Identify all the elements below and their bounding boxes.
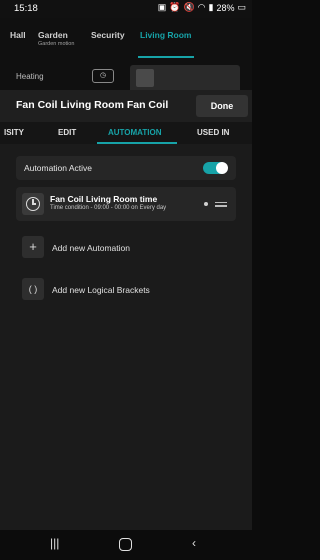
room-tabs: Hall Garden Garden motion Security Livin… <box>0 30 252 60</box>
heating-clock-icon[interactable]: ◷ <box>92 69 114 83</box>
device-sheet: Fan Coil Living Room Fan Coil Done ISITY… <box>0 90 252 530</box>
mute-icon: 🔇 <box>183 2 195 12</box>
automation-active-toggle[interactable] <box>203 162 228 174</box>
active-tab-indicator <box>97 142 177 144</box>
room-tab-indicator <box>138 56 194 58</box>
room-tab-hall[interactable]: Hall <box>10 30 26 40</box>
room-tab-security[interactable]: Security <box>91 30 125 40</box>
done-button[interactable]: Done <box>196 95 248 117</box>
heating-label: Heating <box>16 72 44 81</box>
sheet-tabs: ISITY EDIT AUTOMATION USED IN <box>0 122 252 144</box>
status-bar: 15:18 ▣ ⏰ 🔇 ◠ ▮ 28% ▭ <box>0 0 252 18</box>
alarm-icon: ⏰ <box>169 2 181 12</box>
room-tab-garden-sub: Garden motion <box>38 41 75 47</box>
add-automation-label: Add new Automation <box>52 243 130 253</box>
tab-edit[interactable]: EDIT <box>58 128 76 137</box>
wifi-icon: ◠ <box>197 2 206 12</box>
tab-intensity[interactable]: ISITY <box>4 128 24 137</box>
battery-percent: 28% <box>216 2 235 13</box>
automation-item-title: Fan Coil Living Room time <box>50 194 158 204</box>
automation-item-subtitle: Time condition - 09:00 - 00:00 on Every … <box>50 205 167 211</box>
image-icon: ▣ <box>157 2 167 12</box>
status-icons: ▣ ⏰ 🔇 ◠ ▮ 28% ▭ <box>158 2 246 13</box>
brackets-icon: ( ) <box>22 278 44 300</box>
signal-icon: ▮ <box>208 2 214 12</box>
add-brackets-label: Add new Logical Brackets <box>52 285 150 295</box>
toggle-knob <box>216 162 228 174</box>
add-automation-button[interactable]: + Add new Automation <box>16 236 236 260</box>
back-icon[interactable]: ‹ <box>192 536 196 550</box>
device-card-icon <box>136 69 154 87</box>
status-dot-icon <box>204 202 208 206</box>
automation-item[interactable]: Fan Coil Living Room time Time condition… <box>16 187 236 221</box>
plus-icon: + <box>22 236 44 258</box>
room-tab-garden[interactable]: Garden <box>38 30 68 40</box>
room-tab-living-room[interactable]: Living Room <box>140 30 191 40</box>
automation-active-label: Automation Active <box>24 163 93 173</box>
tab-automation[interactable]: AUTOMATION <box>108 128 161 137</box>
background-room-page: Hall Garden Garden motion Security Livin… <box>0 18 252 98</box>
status-time: 15:18 <box>14 3 38 14</box>
add-logical-brackets-button[interactable]: ( ) Add new Logical Brackets <box>16 278 236 302</box>
recents-icon[interactable]: ||| <box>50 536 59 550</box>
tab-used-in[interactable]: USED IN <box>197 128 229 137</box>
battery-icon: ▭ <box>237 2 246 12</box>
navigation-bar: ||| ‹ <box>0 530 252 560</box>
sheet-title: Fan Coil Living Room Fan Coil <box>16 99 169 111</box>
sheet-header: Fan Coil Living Room Fan Coil Done <box>0 90 252 122</box>
automation-active-row: Automation Active <box>16 156 236 180</box>
drag-handle-icon[interactable] <box>215 200 227 208</box>
home-icon[interactable] <box>119 538 132 551</box>
clock-icon <box>22 193 44 215</box>
